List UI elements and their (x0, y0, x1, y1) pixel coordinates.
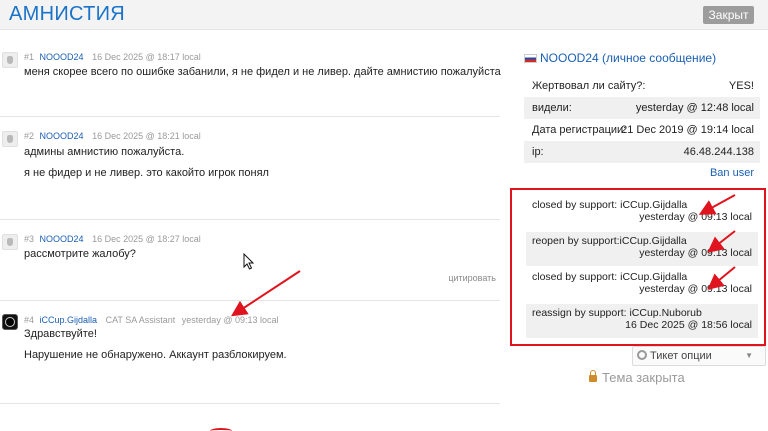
user-icon (7, 135, 13, 143)
post-time: 16 Dec 2025 @ 18:27 local (92, 234, 201, 244)
info-label: Жертвовал ли сайту?: (532, 80, 646, 92)
log-time: 16 Dec 2025 @ 18:56 local (625, 319, 752, 331)
post-divider (0, 300, 500, 301)
post-text: Здравствуйте! (24, 328, 97, 340)
log-time: yesterday @ 09:13 local (639, 211, 752, 223)
log-entry: reassign by support: iCCup.Nuborub 16 De… (526, 304, 758, 338)
topic-closed-note: Тема закрыта (589, 370, 685, 385)
post-number[interactable]: #4 (24, 315, 34, 325)
post-text: админы амнистию пожалуйста. (24, 146, 185, 158)
post-divider (0, 116, 500, 117)
annotation-highlight-box: closed by support: iCCup.Gijdalla yester… (510, 188, 766, 346)
ban-user-link[interactable]: Ban user (710, 167, 754, 179)
post-author-link[interactable]: NOOOD24 (40, 131, 84, 141)
mouse-cursor-icon (243, 253, 255, 270)
gear-icon (637, 350, 647, 360)
post-author-link[interactable]: NOOOD24 (40, 234, 84, 244)
quote-link[interactable]: цитировать (448, 273, 496, 283)
ticket-options-select[interactable]: Тикет опции ▼ (632, 346, 766, 366)
post-text: Нарушение не обнаружено. Аккаунт разблок… (24, 349, 287, 361)
lock-icon (589, 370, 597, 382)
post-author-link[interactable]: iCCup.Gijdalla (40, 315, 98, 325)
log-entry: reopen by support:iCCup.Gijdalla yesterd… (526, 232, 758, 266)
info-label: Дата регистрации: (532, 124, 627, 136)
post-number[interactable]: #1 (24, 52, 34, 62)
post-time: 16 Dec 2025 @ 18:21 local (92, 131, 201, 141)
info-row: Дата регистрации: 21 Dec 2019 @ 19:14 lo… (524, 119, 760, 141)
log-action: closed by support: iCCup.Gijdalla (532, 199, 688, 211)
post-text: меня скорее всего по ошибке забанили, я … (24, 66, 501, 78)
ticket-options-label: Тикет опции (650, 350, 712, 362)
russia-flag-icon (524, 54, 537, 63)
info-label: ip: (532, 146, 544, 158)
avatar[interactable] (2, 131, 18, 147)
info-label: видели: (532, 102, 572, 114)
info-value: 21 Dec 2019 @ 19:14 local (621, 124, 754, 136)
info-value: YES! (728, 80, 754, 92)
post-time: yesterday @ 09:13 local (181, 315, 279, 325)
post-text: рассмотрите жалобу? (24, 248, 136, 260)
log-action: reassign by support: iCCup.Nuborub (532, 307, 702, 319)
post-number[interactable]: #2 (24, 131, 34, 141)
post-meta: #2 NOOOD24 16 Dec 2025 @ 18:21 local (24, 131, 201, 141)
post-meta: #3 NOOOD24 16 Dec 2025 @ 18:27 local (24, 234, 201, 244)
title-bar: АМНИСТИЯ Закрыт (0, 0, 768, 30)
log-entry: closed by support: iCCup.Gijdalla yester… (526, 268, 758, 302)
post-author-role: CAT SA Assistant (105, 315, 176, 325)
info-value: 46.48.244.138 (683, 146, 754, 158)
info-row: Жертвовал ли сайту?: YES! (524, 75, 760, 97)
chevron-down-icon: ▼ (745, 351, 753, 360)
log-time: yesterday @ 09:13 local (639, 283, 752, 295)
user-icon (7, 238, 13, 246)
avatar[interactable] (2, 234, 18, 250)
post-author-link[interactable]: NOOOD24 (40, 52, 84, 62)
info-row: ip: 46.48.244.138 (524, 141, 760, 163)
log-entry: closed by support: iCCup.Gijdalla yester… (526, 196, 758, 230)
log-time: yesterday @ 09:13 local (639, 247, 752, 259)
info-value: yesterday @ 12:48 local (635, 102, 754, 114)
post-number[interactable]: #3 (24, 234, 34, 244)
log-action: closed by support: iCCup.Gijdalla (532, 271, 688, 283)
post-time: 16 Dec 2025 @ 18:17 local (92, 52, 201, 62)
user-icon (7, 56, 13, 64)
avatar[interactable] (2, 314, 18, 330)
log-action: reopen by support:iCCup.Gijdalla (532, 235, 687, 247)
user-name-link[interactable]: NOOOD24 (540, 51, 599, 65)
topic-closed-label: Тема закрыта (602, 370, 685, 385)
info-row: видели: yesterday @ 12:48 local (524, 97, 760, 119)
post-divider (0, 219, 500, 220)
avatar[interactable] (2, 52, 18, 68)
annotation-arrow (230, 270, 301, 317)
page-title: АМНИСТИЯ (9, 3, 126, 25)
user-icon (5, 317, 15, 327)
private-message-link[interactable]: (личное сообщение) (602, 51, 716, 65)
status-badge: Закрыт (703, 6, 754, 24)
post-divider (0, 403, 500, 404)
post-meta: #1 NOOOD24 16 Dec 2025 @ 18:17 local (24, 52, 201, 62)
user-header: NOOOD24 (личное сообщение) (524, 51, 716, 65)
post-text: я не фидер и не ливер. это какойто игрок… (24, 167, 269, 179)
post-meta: #4 iCCup.Gijdalla CAT SA Assistant yeste… (24, 315, 279, 325)
